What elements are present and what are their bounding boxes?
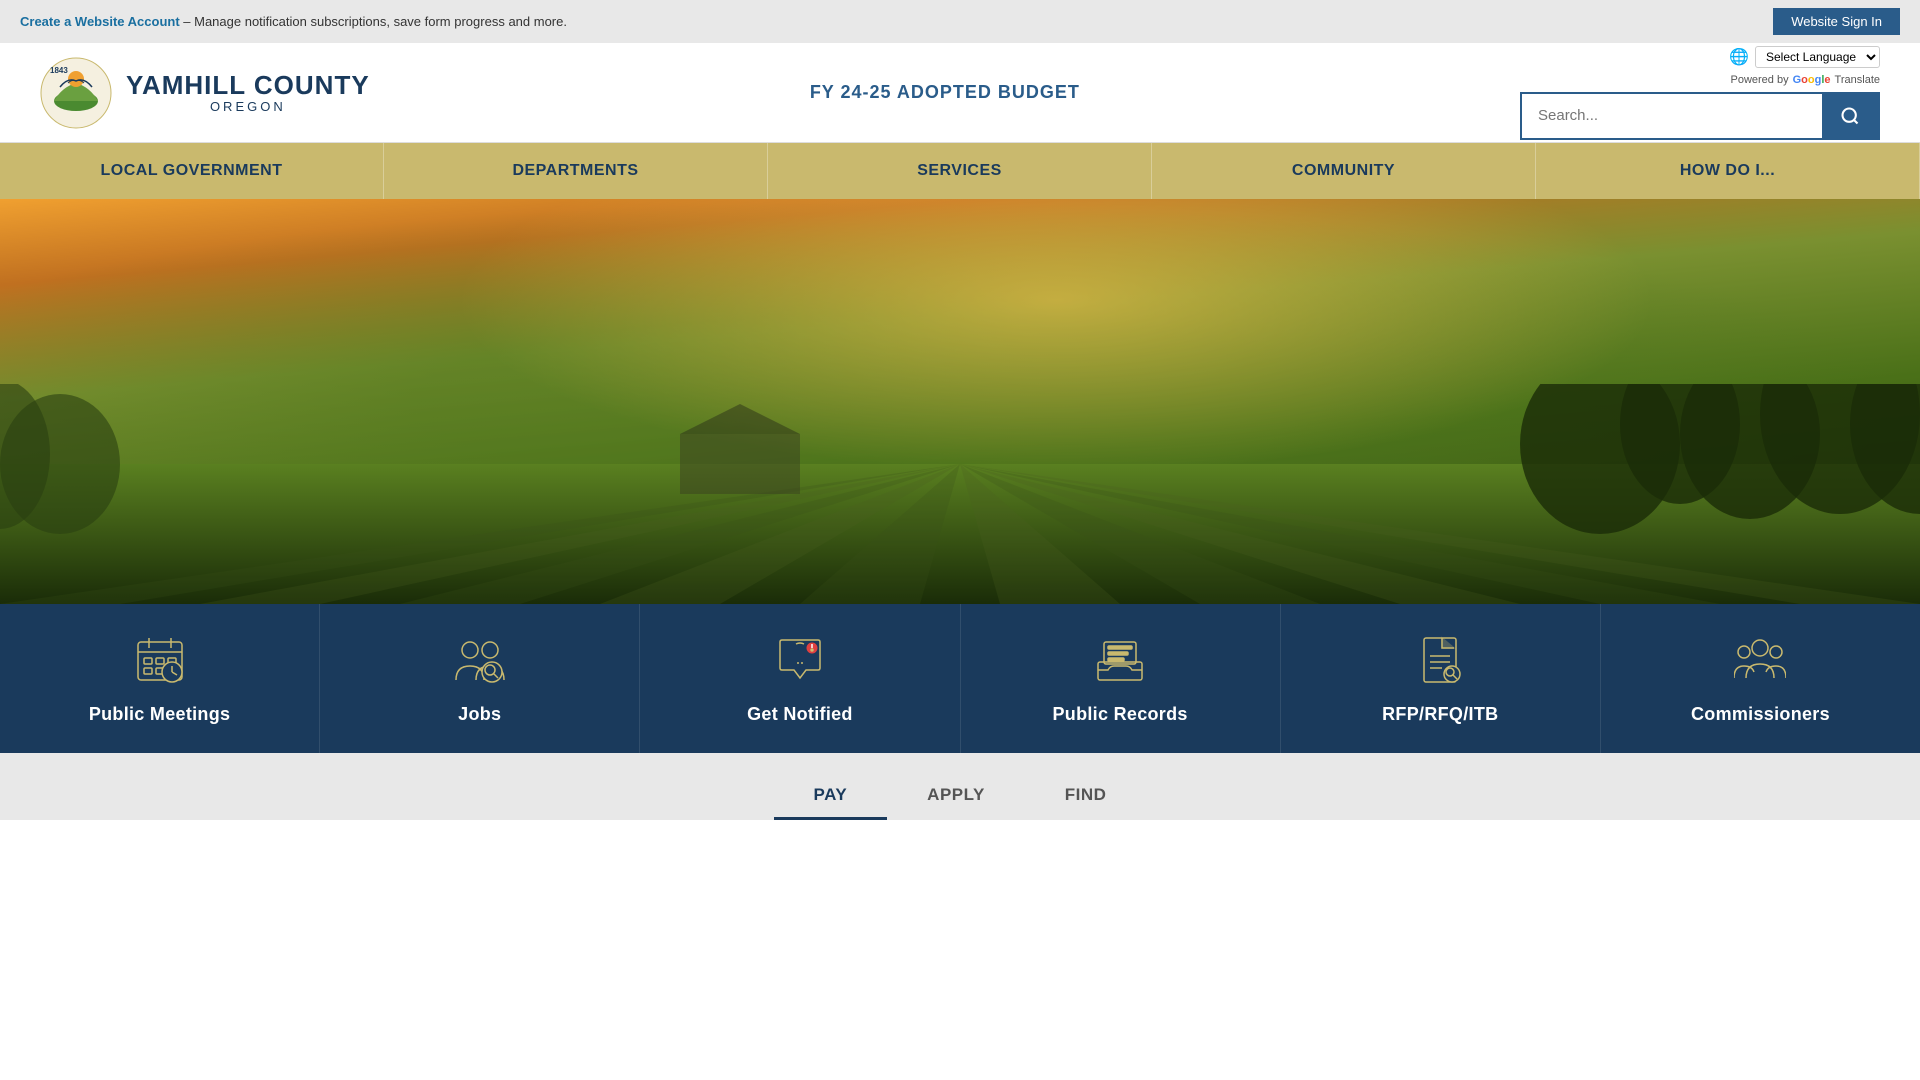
search-bar	[1520, 92, 1880, 140]
bell-icon	[774, 634, 826, 686]
quick-link-commissioners[interactable]: Commissioners	[1601, 604, 1920, 753]
quick-link-public-records[interactable]: Public Records	[961, 604, 1281, 753]
calendar-icon	[134, 634, 186, 686]
search-button[interactable]	[1822, 94, 1878, 138]
account-desc: – Manage notification subscriptions, sav…	[183, 14, 567, 29]
search-icon	[1840, 106, 1860, 126]
county-logo: 1843	[40, 57, 112, 129]
vineyard-svg	[0, 384, 1920, 604]
people-icon	[454, 634, 506, 686]
rfp-icon	[1412, 632, 1468, 688]
public-meetings-icon	[132, 632, 188, 688]
public-records-label: Public Records	[1052, 704, 1187, 725]
logo-text: YAMHILL COUNTY OREGON	[126, 71, 370, 114]
header: 1843 YAMHILL COUNTY OREGON FY 24-25 ADOP…	[0, 43, 1920, 143]
jobs-label: Jobs	[458, 704, 501, 725]
document-icon	[1414, 634, 1466, 686]
globe-icon: 🌐	[1729, 47, 1749, 67]
google-logo: Google	[1793, 74, 1831, 86]
hero-image	[0, 199, 1920, 604]
county-name: YAMHILL COUNTY	[126, 71, 370, 100]
state-name: OREGON	[126, 100, 370, 114]
rfp-label: RFP/RFQ/ITB	[1382, 704, 1498, 725]
budget-banner: FY 24-25 ADOPTED BUDGET	[810, 82, 1080, 103]
nav-community[interactable]: COMMUNITY	[1152, 143, 1536, 199]
commissioners-label: Commissioners	[1691, 704, 1830, 725]
bottom-section: PAY APPLY FIND	[0, 753, 1920, 820]
main-nav: LOCAL GOVERNMENT DEPARTMENTS SERVICES CO…	[0, 143, 1920, 199]
translate-word: Translate	[1835, 74, 1880, 86]
quick-links-row: Public Meetings Jobs	[0, 604, 1920, 753]
quick-link-public-meetings[interactable]: Public Meetings	[0, 604, 320, 753]
inbox-icon	[1094, 634, 1146, 686]
group-icon	[1734, 634, 1786, 686]
nav-departments[interactable]: DEPARTMENTS	[384, 143, 768, 199]
translate-powered: Powered by Google Translate	[1731, 74, 1881, 86]
powered-by-text: Powered by	[1731, 74, 1789, 86]
header-right: 🌐 Select Language Powered by Google Tran…	[1520, 46, 1880, 140]
website-signin-button[interactable]: Website Sign In	[1773, 8, 1900, 35]
nav-how-do-i[interactable]: HOW DO I...	[1536, 143, 1920, 199]
language-select[interactable]: Select Language	[1755, 46, 1880, 68]
tab-pay[interactable]: PAY	[774, 773, 888, 820]
nav-services[interactable]: SERVICES	[768, 143, 1152, 199]
public-meetings-label: Public Meetings	[89, 704, 231, 725]
get-notified-icon	[772, 632, 828, 688]
translate-area: 🌐 Select Language	[1729, 46, 1880, 68]
search-input[interactable]	[1522, 95, 1822, 136]
create-account-link[interactable]: Create a Website Account	[20, 14, 180, 29]
tab-apply[interactable]: APPLY	[887, 773, 1025, 820]
top-bar: Create a Website Account – Manage notifi…	[0, 0, 1920, 43]
tab-row: PAY APPLY FIND	[0, 773, 1920, 820]
nav-local-government[interactable]: LOCAL GOVERNMENT	[0, 143, 384, 199]
jobs-icon	[452, 632, 508, 688]
quick-link-get-notified[interactable]: Get Notified	[640, 604, 960, 753]
tab-find[interactable]: FIND	[1025, 773, 1147, 820]
get-notified-label: Get Notified	[747, 704, 853, 725]
public-records-icon	[1092, 632, 1148, 688]
quick-link-jobs[interactable]: Jobs	[320, 604, 640, 753]
quick-link-rfp[interactable]: RFP/RFQ/ITB	[1281, 604, 1601, 753]
svg-text:1843: 1843	[50, 66, 68, 75]
commissioners-icon	[1732, 632, 1788, 688]
logo-area: 1843 YAMHILL COUNTY OREGON	[40, 57, 370, 129]
